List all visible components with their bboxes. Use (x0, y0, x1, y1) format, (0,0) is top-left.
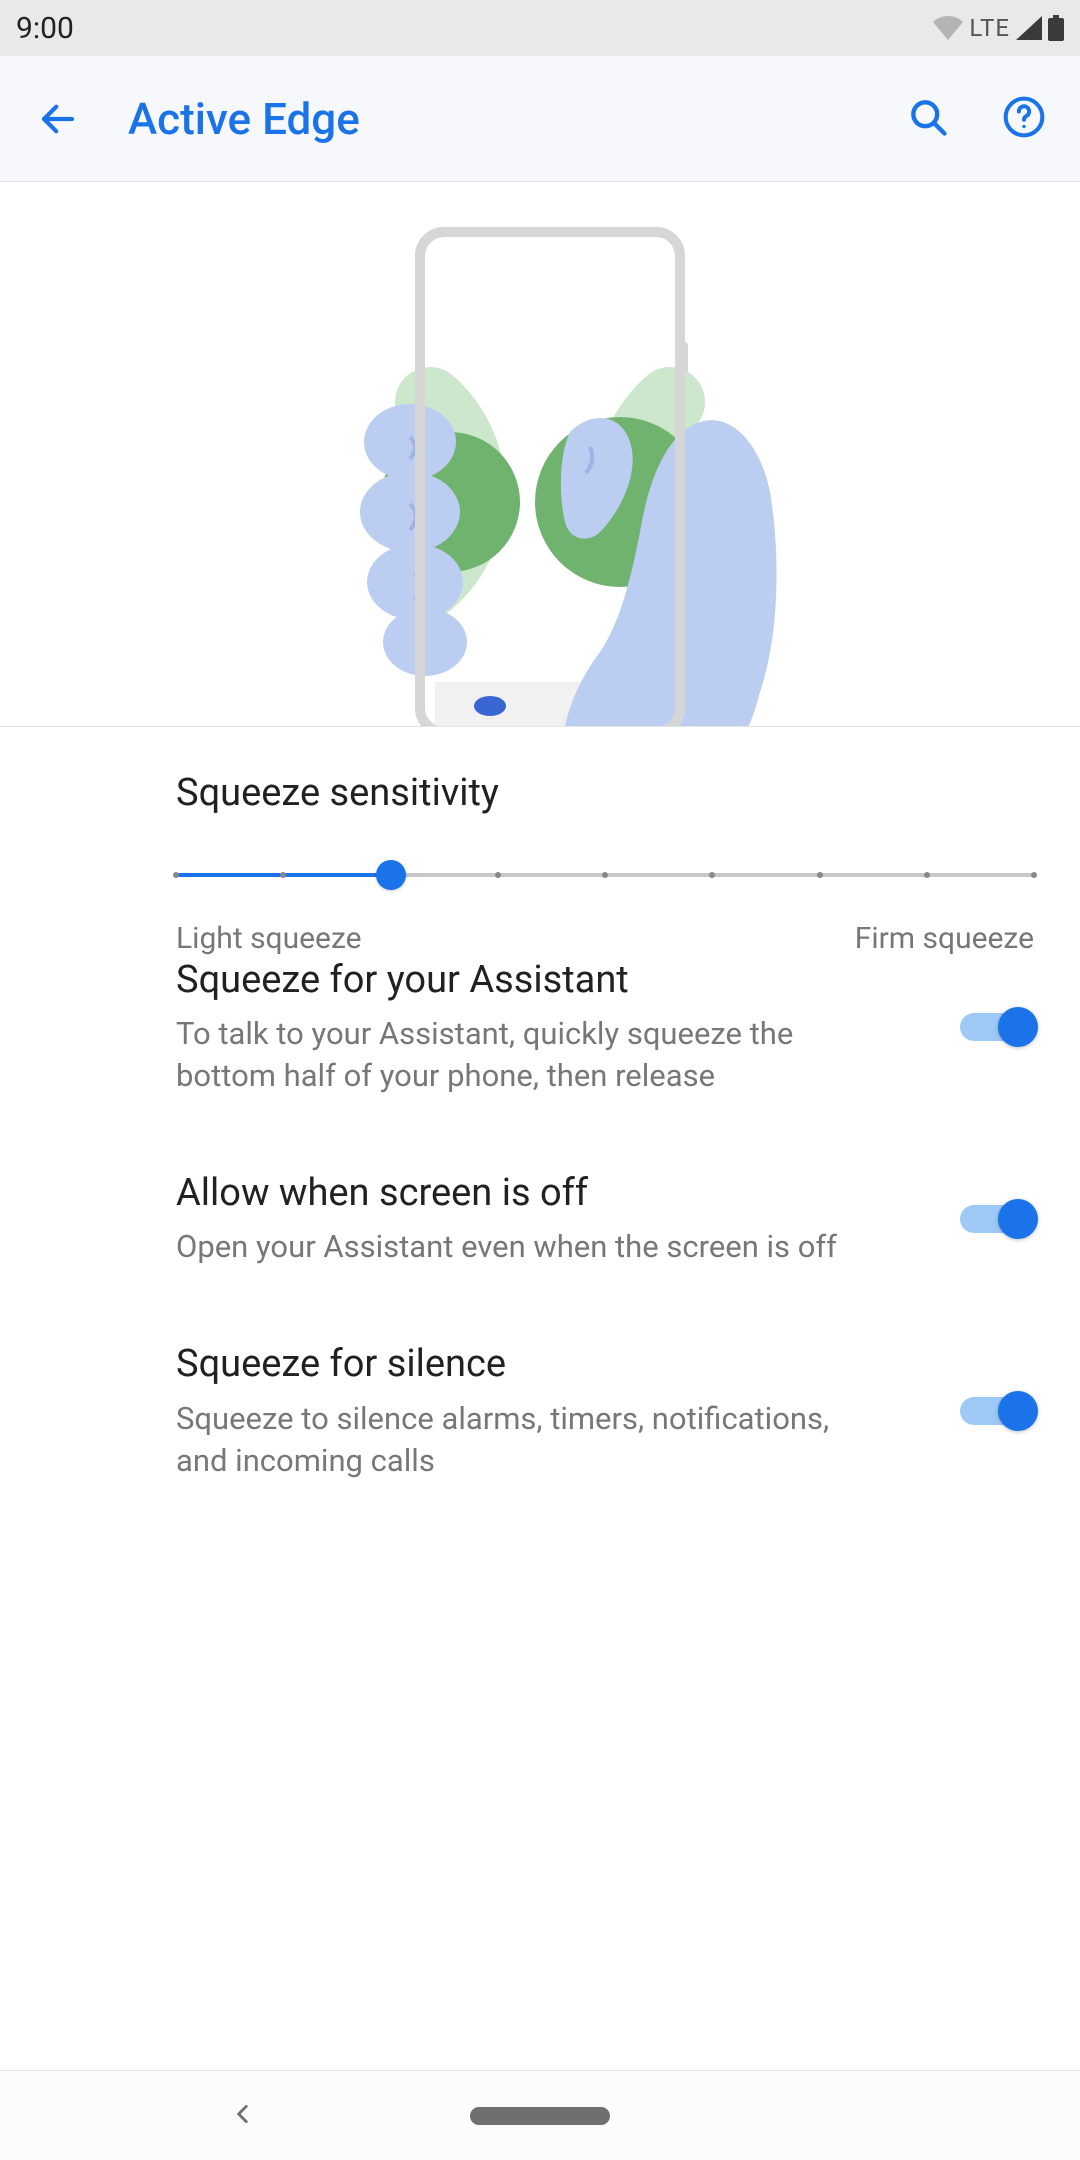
help-button[interactable] (996, 91, 1052, 147)
sensitivity-section: Squeeze sensitivity Light squeeze Firm s… (46, 771, 1034, 956)
setting-squeeze-assistant[interactable]: Squeeze for your Assistant To talk to yo… (46, 956, 1034, 1169)
slider-tick (280, 872, 286, 878)
setting-subtitle: To talk to your Assistant, quickly squee… (176, 1013, 876, 1097)
nav-home-pill[interactable] (470, 2107, 610, 2125)
setting-allow-screen-off[interactable]: Allow when screen is off Open your Assis… (46, 1169, 1034, 1340)
slider-tick (1031, 872, 1037, 878)
setting-title: Squeeze for silence (176, 1340, 920, 1389)
help-icon (1002, 95, 1046, 143)
nav-back-button[interactable] (230, 2101, 256, 2131)
content: Squeeze sensitivity Light squeeze Firm s… (0, 727, 1080, 1553)
slider-tick (173, 872, 179, 878)
status-bar: 9:00 LTE (0, 0, 1080, 56)
back-button[interactable] (28, 89, 88, 149)
toggle-squeeze-silence[interactable] (960, 1391, 1034, 1431)
setting-title: Allow when screen is off (176, 1169, 920, 1218)
slider-tick (817, 872, 823, 878)
system-nav-bar (0, 2070, 1080, 2160)
setting-title: Squeeze for your Assistant (176, 956, 920, 1005)
setting-subtitle: Open your Assistant even when the screen… (176, 1226, 876, 1268)
slider-tick (924, 872, 930, 878)
slider-tick (709, 872, 715, 878)
setting-subtitle: Squeeze to silence alarms, timers, notif… (176, 1398, 876, 1482)
slider-tick (495, 872, 501, 878)
slider-min-label: Light squeeze (176, 921, 362, 956)
slider-labels: Light squeeze Firm squeeze (176, 921, 1034, 956)
setting-squeeze-silence[interactable]: Squeeze for silence Squeeze to silence a… (46, 1340, 1034, 1553)
wifi-icon (933, 16, 963, 40)
slider-tick (602, 872, 608, 878)
search-button[interactable] (900, 91, 956, 147)
status-time: 9:00 (16, 11, 74, 46)
page-title: Active Edge (128, 93, 360, 145)
toggle-allow-screen-off[interactable] (960, 1199, 1034, 1239)
sensitivity-title: Squeeze sensitivity (176, 771, 1034, 815)
app-bar: Active Edge (0, 56, 1080, 182)
search-icon (906, 95, 950, 143)
network-label: LTE (969, 14, 1010, 42)
squeeze-illustration (0, 182, 1080, 727)
sensitivity-slider[interactable] (176, 855, 1034, 895)
slider-max-label: Firm squeeze (855, 921, 1034, 956)
status-right: LTE (933, 14, 1064, 42)
battery-icon (1048, 15, 1064, 41)
toggle-squeeze-assistant[interactable] (960, 1007, 1034, 1047)
slider-thumb[interactable] (376, 860, 406, 890)
signal-icon (1016, 16, 1042, 40)
